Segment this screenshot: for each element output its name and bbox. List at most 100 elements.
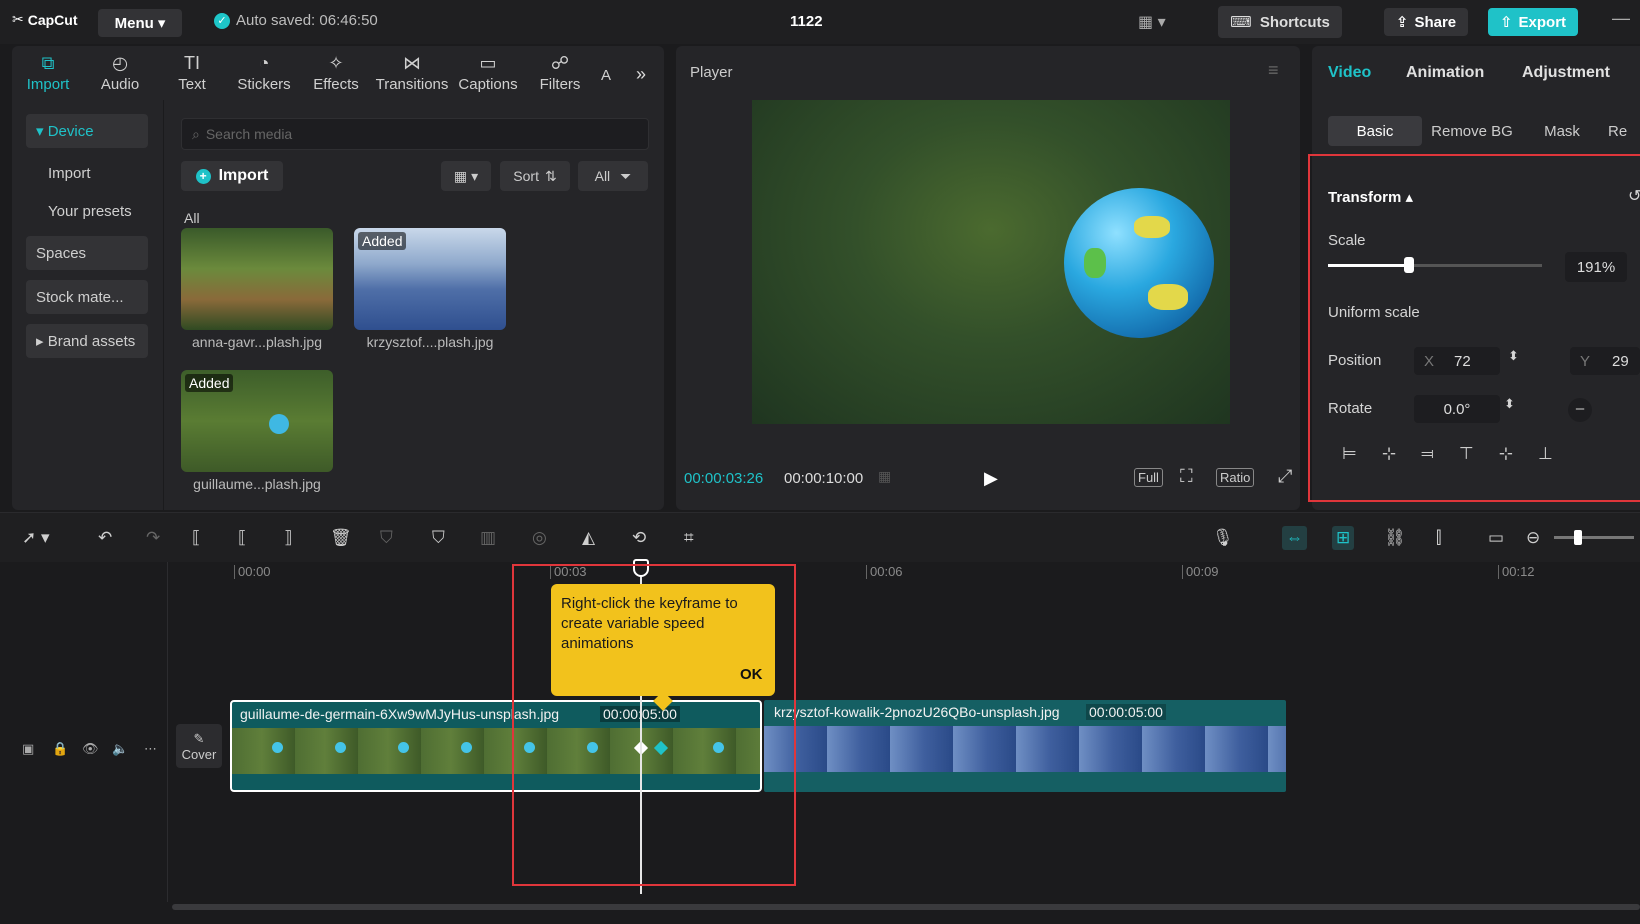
tool-filters[interactable]: ☍ Filters <box>524 46 596 100</box>
redo-icon[interactable]: ↷ <box>146 528 160 548</box>
tool-stickers[interactable]: ◔ Stickers <box>228 46 300 100</box>
stepper-icon[interactable]: ⬍ <box>1504 396 1515 412</box>
media-thumbnail-mountains[interactable]: Added <box>354 228 506 330</box>
fullscreen-icon[interactable]: ⤢ <box>1278 466 1292 487</box>
align-right-icon[interactable]: ⫤ <box>1421 444 1434 464</box>
more-tools-icon[interactable]: » <box>636 64 646 85</box>
shield-icon[interactable]: ⛉ <box>432 528 445 548</box>
link-icon[interactable]: ⛓ <box>1384 528 1406 548</box>
microphone-icon[interactable]: 🎙 <box>1212 528 1234 548</box>
split-left-icon[interactable]: ⟦ <box>238 528 246 548</box>
play-icon[interactable]: ▶ <box>984 468 998 489</box>
zoom-out-icon[interactable]: ⊖ <box>1526 528 1540 548</box>
subtab-mask[interactable]: Mask <box>1524 116 1600 146</box>
import-button[interactable]: + Import <box>181 161 283 191</box>
rotate-dial-icon[interactable]: – <box>1568 398 1592 422</box>
split-right-icon[interactable]: ⟧ <box>284 528 292 548</box>
share-button[interactable]: ⇪ Share <box>1384 8 1468 36</box>
shortcuts-button[interactable]: ⌨ Shortcuts <box>1218 6 1342 38</box>
zoom-fit-icon[interactable]: ⛶ <box>1180 466 1193 487</box>
timeline-clip[interactable]: krzysztof-kowalik-2pnozU26QBo-unsplash.j… <box>764 700 1286 792</box>
clip-name: krzysztof-kowalik-2pnozU26QBo-unsplash.j… <box>774 704 1060 720</box>
media-thumbnail-forest[interactable] <box>181 228 333 330</box>
snap-icon[interactable]: ⊞ <box>1332 526 1355 550</box>
mute-icon[interactable]: 🔈 <box>112 741 128 757</box>
sidebar-item-spaces[interactable]: Spaces <box>26 236 148 270</box>
tab-animation[interactable]: Animation <box>1406 64 1484 82</box>
tool-effects[interactable]: ✧ Effects <box>300 46 372 100</box>
eye-icon[interactable]: 👁 <box>82 741 99 757</box>
player-viewport[interactable] <box>752 100 1230 424</box>
tool-label: Captions <box>458 75 518 93</box>
search-input[interactable]: ⌕ Search media <box>181 118 649 150</box>
tool-text[interactable]: TI Text <box>156 46 228 100</box>
freeze-icon[interactable]: ▥ <box>480 528 496 548</box>
sort-button[interactable]: Sort ⇅ <box>500 161 570 191</box>
align-center-v-icon[interactable]: ⊹ <box>1499 444 1513 464</box>
speed-icon[interactable]: ◎ <box>532 528 547 548</box>
more-options-icon[interactable]: ⋯ <box>144 741 157 757</box>
delete-icon[interactable]: 🗑 <box>330 528 352 548</box>
lock-icon[interactable]: 🔒 <box>52 741 68 757</box>
hamburger-icon[interactable]: ≡ <box>1268 60 1279 81</box>
preview-axis-icon[interactable]: ⫿ <box>1436 528 1441 548</box>
stepper-icon[interactable]: ⬍ <box>1508 348 1519 364</box>
sidebar-item-your-presets[interactable]: Your presets <box>26 194 148 228</box>
align-top-icon[interactable]: ⊤ <box>1459 444 1474 464</box>
tool-label: Transitions <box>375 75 449 93</box>
timecode-icon[interactable]: ▦ <box>878 468 891 485</box>
zoom-slider[interactable] <box>1554 536 1634 539</box>
select-cursor-icon[interactable]: ➚ ▾ <box>22 528 50 548</box>
scale-slider-fill <box>1328 264 1409 267</box>
full-button[interactable]: Full <box>1134 468 1163 487</box>
horizontal-scrollbar[interactable] <box>172 904 1640 910</box>
scale-slider-handle[interactable] <box>1404 257 1414 273</box>
tool-audio[interactable]: ◴ Audio <box>84 46 156 100</box>
sidebar-item-import[interactable]: Import <box>26 156 148 190</box>
subtab-remove-bg[interactable]: Remove BG <box>1424 116 1520 146</box>
mirror-icon[interactable]: ◭ <box>582 528 595 548</box>
align-left-icon[interactable]: ⊨ <box>1342 444 1357 464</box>
zoom-slider-handle[interactable] <box>1574 530 1582 545</box>
chevron-down-icon: ▾ <box>471 167 479 184</box>
tool-import[interactable]: ⧉ Import <box>12 46 84 100</box>
ratio-button[interactable]: Ratio <box>1216 468 1255 487</box>
scale-value-field[interactable]: 191% <box>1565 252 1627 282</box>
align-center-h-icon[interactable]: ⊹ <box>1382 444 1396 464</box>
crop-icon[interactable]: ⌗ <box>684 528 694 548</box>
project-title[interactable]: 1122 <box>790 13 823 30</box>
transform-section[interactable]: Transform ▴ <box>1328 188 1413 206</box>
layout-icon[interactable]: ▦ ▾ <box>1138 12 1166 32</box>
position-y-field[interactable]: Y 29 <box>1570 347 1640 375</box>
subtab-retouch[interactable]: Re <box>1608 116 1640 146</box>
mark-icon[interactable]: ⛉ <box>380 528 393 548</box>
subtab-basic[interactable]: Basic <box>1328 116 1422 146</box>
undo-icon[interactable]: ↶ <box>98 528 112 548</box>
rotate-field[interactable]: 0.0° <box>1414 395 1500 423</box>
filter-button[interactable]: All ⏷ <box>578 161 648 191</box>
tab-adjustment[interactable]: Adjustment <box>1522 64 1610 82</box>
main-track-magnet-icon[interactable]: ⇔ <box>1282 526 1307 550</box>
sidebar-item-device[interactable]: ▾ Device <box>26 114 148 148</box>
tool-transitions[interactable]: ⋈ Transitions <box>372 46 452 100</box>
land-shape <box>1148 284 1188 310</box>
tool-captions[interactable]: ▭ Captions <box>452 46 524 100</box>
align-buttons: ⊨ ⊹ ⫤ ⊤ ⊹ ⊥ <box>1342 444 1553 464</box>
sidebar-item-brand-assets[interactable]: ▸ Brand assets <box>26 324 148 358</box>
tab-video[interactable]: Video <box>1328 64 1371 82</box>
rotate-icon[interactable]: ⟲ <box>632 528 646 548</box>
media-thumbnail-globe[interactable]: Added <box>181 370 333 472</box>
reset-icon[interactable]: ↺ <box>1628 186 1640 206</box>
menu-button[interactable]: Menu ▾ <box>98 9 182 37</box>
view-mode-button[interactable]: ▦ ▾ <box>441 161 491 191</box>
split-icon[interactable]: ⟦ <box>192 528 200 548</box>
position-x-field[interactable]: X 72 <box>1414 347 1500 375</box>
minimize-icon[interactable]: — <box>1612 8 1630 29</box>
cover-button[interactable]: ✎ Cover <box>176 724 222 768</box>
export-button[interactable]: ⇧ Export <box>1488 8 1578 36</box>
screen-icon[interactable]: ▭ <box>1488 528 1504 548</box>
sidebar-item-stock-material[interactable]: Stock mate... <box>26 280 148 314</box>
current-time: 00:00:03:26 <box>684 470 764 487</box>
align-bottom-icon[interactable]: ⊥ <box>1538 444 1553 464</box>
tool-more-partial[interactable]: A <box>596 46 616 100</box>
